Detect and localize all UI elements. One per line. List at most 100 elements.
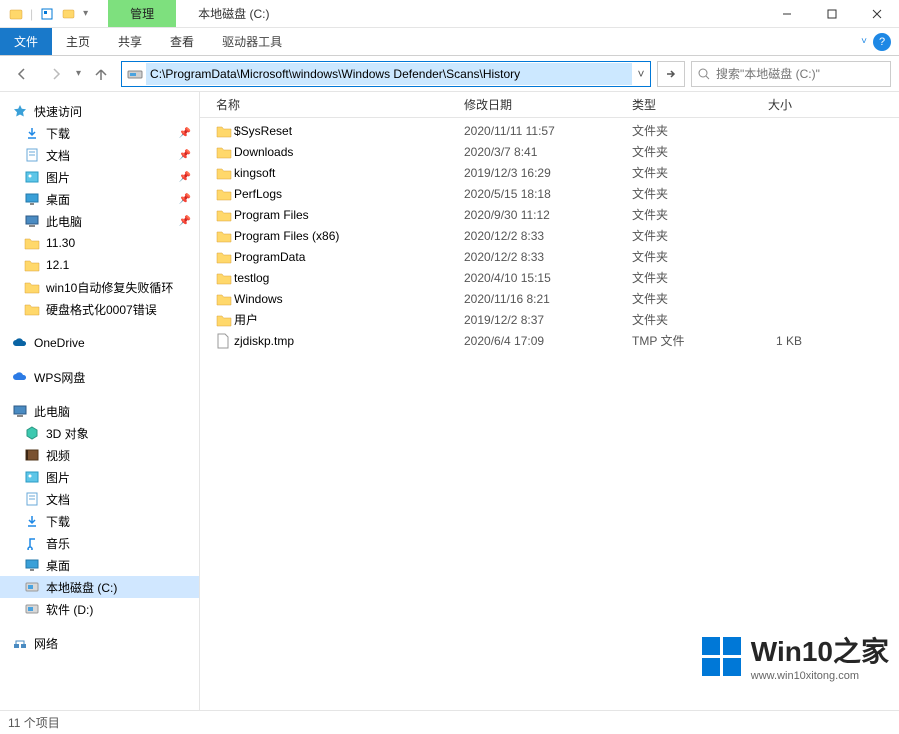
file-name: Downloads — [234, 145, 464, 159]
file-row[interactable]: $SysReset2020/11/11 11:57文件夹 — [216, 120, 899, 141]
sidebar-item[interactable]: 快速访问 — [0, 100, 199, 122]
properties-icon[interactable] — [39, 6, 55, 22]
sidebar-item[interactable]: 文档 — [0, 488, 199, 510]
sidebar-item[interactable]: 此电脑📌 — [0, 210, 199, 232]
file-row[interactable]: PerfLogs2020/5/15 18:18文件夹 — [216, 183, 899, 204]
disk-icon — [24, 601, 40, 617]
column-size[interactable]: 大小 — [722, 96, 802, 113]
file-row[interactable]: ProgramData2020/12/2 8:33文件夹 — [216, 246, 899, 267]
tab-view[interactable]: 查看 — [156, 28, 208, 55]
file-date: 2020/6/4 17:09 — [464, 334, 632, 348]
sidebar-item-label: 此电脑 — [34, 403, 70, 420]
pin-icon: 📌 — [179, 150, 191, 161]
sidebar-item[interactable]: 硬盘格式化0007错误 — [0, 298, 199, 320]
folder-icon — [216, 228, 234, 244]
file-date: 2020/9/30 11:12 — [464, 208, 632, 222]
sidebar-item[interactable]: 本地磁盘 (C:) — [0, 576, 199, 598]
download-icon — [24, 125, 40, 141]
address-bar[interactable]: ˅ — [121, 61, 651, 87]
sidebar-item-label: 桌面 — [46, 191, 70, 208]
file-type: 文件夹 — [632, 206, 722, 223]
tab-share[interactable]: 共享 — [104, 28, 156, 55]
file-row[interactable]: kingsoft2019/12/3 16:29文件夹 — [216, 162, 899, 183]
file-type: 文件夹 — [632, 185, 722, 202]
file-size: 1 KB — [722, 334, 802, 348]
tab-drive-tools[interactable]: 驱动器工具 — [208, 28, 296, 55]
sidebar-item[interactable]: 软件 (D:) — [0, 598, 199, 620]
file-name: kingsoft — [234, 166, 464, 180]
tab-home[interactable]: 主页 — [52, 28, 104, 55]
back-button[interactable] — [8, 60, 36, 88]
watermark-url: www.win10xitong.com — [751, 670, 889, 682]
sidebar-item[interactable]: 音乐 — [0, 532, 199, 554]
navigation-bar: ▾ ˅ — [0, 56, 899, 92]
address-dropdown-icon[interactable]: ˅ — [632, 67, 650, 81]
search-box[interactable] — [691, 61, 891, 87]
sidebar-item[interactable]: OneDrive — [0, 332, 199, 354]
sidebar-item[interactable]: 此电脑 — [0, 400, 199, 422]
download-icon — [24, 513, 40, 529]
column-date[interactable]: 修改日期 — [464, 96, 632, 113]
pc-icon — [12, 403, 28, 419]
sidebar-item[interactable]: 桌面 — [0, 554, 199, 576]
maximize-button[interactable] — [809, 0, 854, 28]
sidebar-item[interactable]: 网络 — [0, 632, 199, 654]
pic-icon — [24, 169, 40, 185]
new-folder-icon[interactable] — [61, 6, 77, 22]
sidebar-item[interactable]: 桌面📌 — [0, 188, 199, 210]
tab-file[interactable]: 文件 — [0, 28, 52, 55]
qat-dropdown-icon[interactable]: ▾ — [83, 8, 88, 19]
star-icon — [12, 103, 28, 119]
column-type[interactable]: 类型 — [632, 96, 722, 113]
file-name: Windows — [234, 292, 464, 306]
forward-button[interactable] — [42, 60, 70, 88]
sidebar-item[interactable]: 文档📌 — [0, 144, 199, 166]
sidebar-item[interactable]: 视频 — [0, 444, 199, 466]
sidebar-item[interactable]: 3D 对象 — [0, 422, 199, 444]
sidebar-item[interactable]: 11.30 — [0, 232, 199, 254]
up-button[interactable] — [87, 60, 115, 88]
address-input[interactable] — [146, 63, 632, 85]
search-input[interactable] — [716, 67, 884, 81]
file-name: Program Files (x86) — [234, 229, 464, 243]
file-row[interactable]: Program Files (x86)2020/12/2 8:33文件夹 — [216, 225, 899, 246]
sidebar-item[interactable]: 下载 — [0, 510, 199, 532]
column-name[interactable]: 名称 — [216, 96, 464, 113]
music-icon — [24, 535, 40, 551]
sidebar-item[interactable]: 12.1 — [0, 254, 199, 276]
file-name: testlog — [234, 271, 464, 285]
history-dropdown-icon[interactable]: ▾ — [76, 68, 81, 79]
disk-icon — [24, 579, 40, 595]
file-row[interactable]: zjdiskp.tmp2020/6/4 17:09TMP 文件1 KB — [216, 330, 899, 351]
sidebar-item-label: 本地磁盘 (C:) — [46, 579, 117, 596]
sidebar-item[interactable]: WPS网盘 — [0, 366, 199, 388]
go-button[interactable] — [657, 61, 685, 87]
pin-icon: 📌 — [179, 128, 191, 139]
file-row[interactable]: Program Files2020/9/30 11:12文件夹 — [216, 204, 899, 225]
doc-icon — [24, 147, 40, 163]
help-icon[interactable]: ? — [873, 33, 891, 51]
file-row[interactable]: testlog2020/4/10 15:15文件夹 — [216, 267, 899, 288]
file-date: 2019/12/3 16:29 — [464, 166, 632, 180]
sidebar-item[interactable]: 图片📌 — [0, 166, 199, 188]
ribbon-collapse-icon[interactable]: ˅ — [861, 36, 867, 47]
file-row[interactable]: Downloads2020/3/7 8:41文件夹 — [216, 141, 899, 162]
sidebar-item[interactable]: win10自动修复失败循环 — [0, 276, 199, 298]
app-icon — [8, 6, 24, 22]
content-pane: 名称 修改日期 类型 大小 $SysReset2020/11/11 11:57文… — [200, 92, 899, 710]
sidebar-item[interactable]: 下载📌 — [0, 122, 199, 144]
file-row[interactable]: Windows2020/11/16 8:21文件夹 — [216, 288, 899, 309]
minimize-button[interactable] — [764, 0, 809, 28]
file-row[interactable]: 用户2019/12/2 8:37文件夹 — [216, 309, 899, 330]
net-icon — [12, 635, 28, 651]
file-type: 文件夹 — [632, 122, 722, 139]
sidebar-item-label: 11.30 — [46, 236, 75, 250]
file-date: 2020/12/2 8:33 — [464, 250, 632, 264]
close-button[interactable] — [854, 0, 899, 28]
file-date: 2019/12/2 8:37 — [464, 313, 632, 327]
manage-tab[interactable]: 管理 — [108, 0, 176, 27]
file-name: PerfLogs — [234, 187, 464, 201]
window-controls — [764, 0, 899, 28]
sidebar-item[interactable]: 图片 — [0, 466, 199, 488]
sidebar-item-label: 下载 — [46, 513, 70, 530]
